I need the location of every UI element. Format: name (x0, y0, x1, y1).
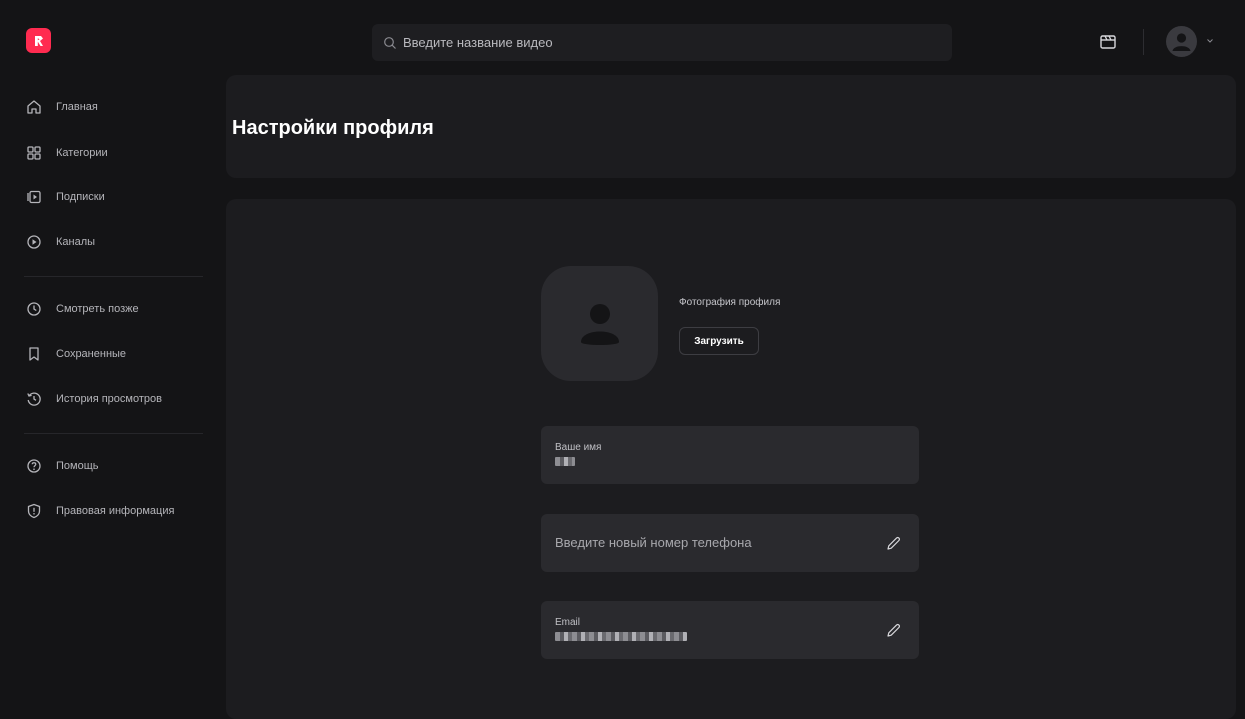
user-icon (580, 303, 619, 345)
header-divider (1143, 29, 1144, 55)
sidebar-item-label: История просмотров (56, 393, 162, 405)
sidebar-item-history[interactable]: История просмотров (24, 384, 204, 414)
clapperboard-icon (1100, 35, 1116, 49)
avatar (1166, 25, 1197, 57)
name-field-label: Ваше имя (555, 442, 602, 453)
sidebar-item-label: Смотреть позже (56, 303, 139, 315)
sidebar-item-label: Сохраненные (56, 348, 127, 360)
chevron-down-icon (1207, 39, 1213, 43)
help-icon (24, 456, 44, 476)
sidebar-item-saved[interactable]: Сохраненные (24, 339, 204, 369)
sidebar-item-label: Главная (56, 101, 98, 113)
account-menu-button[interactable] (1166, 24, 1216, 58)
phone-field[interactable]: Введите новый номер телефона (541, 514, 919, 572)
email-field-label: Email (555, 617, 581, 628)
history-icon (24, 389, 44, 409)
sidebar-item-subscriptions[interactable]: Подписки (24, 182, 204, 212)
studio-button[interactable] (1097, 31, 1119, 53)
sidebar-item-label: Правовая информация (56, 505, 175, 517)
page-title: Настройки профиля (232, 117, 434, 139)
email-field-value (555, 632, 687, 644)
subscriptions-icon (24, 187, 44, 207)
play-circle-icon (24, 232, 44, 252)
bookmark-icon (24, 344, 44, 364)
name-field-value (555, 457, 575, 469)
sidebar-divider (24, 433, 203, 434)
shield-icon (24, 501, 44, 521)
search-input[interactable] (403, 35, 923, 50)
sidebar-item-help[interactable]: Помощь (24, 451, 204, 481)
sidebar-item-label: Категории (56, 147, 108, 159)
sidebar-item-home[interactable]: Главная (24, 92, 204, 122)
edit-phone-button[interactable] (883, 533, 903, 553)
app-logo[interactable] (26, 28, 51, 53)
search-icon (384, 36, 396, 49)
name-field[interactable]: Ваше имя (541, 426, 919, 484)
sidebar-item-label: Подписки (56, 191, 105, 203)
edit-email-button[interactable] (883, 620, 903, 640)
sidebar-item-label: Помощь (56, 460, 99, 472)
home-icon (24, 97, 44, 117)
sidebar-item-watch-later[interactable]: Смотреть позже (24, 294, 204, 324)
clock-icon (24, 299, 44, 319)
upload-button[interactable]: Загрузить (679, 327, 759, 355)
grid-icon (24, 143, 44, 163)
logo-icon (34, 35, 43, 46)
pencil-icon (886, 536, 900, 550)
pencil-icon (886, 623, 900, 637)
sidebar-item-legal[interactable]: Правовая информация (24, 496, 204, 526)
redacted-value (555, 632, 687, 641)
sidebar-divider (24, 276, 203, 277)
redacted-value (555, 457, 575, 466)
email-field[interactable]: Email (541, 601, 919, 659)
search-bar[interactable] (372, 24, 952, 61)
sidebar: Главная Категории Подписки Каналы Смотре… (0, 82, 218, 691)
sidebar-item-label: Каналы (56, 236, 96, 248)
sidebar-item-channels[interactable]: Каналы (24, 227, 204, 257)
phone-field-placeholder: Введите новый номер телефона (555, 535, 752, 550)
sidebar-item-categories[interactable]: Категории (24, 138, 204, 168)
photo-label: Фотография профиля (679, 297, 781, 308)
top-bar (0, 0, 1245, 82)
user-icon (1172, 32, 1191, 51)
profile-photo[interactable] (541, 266, 658, 381)
